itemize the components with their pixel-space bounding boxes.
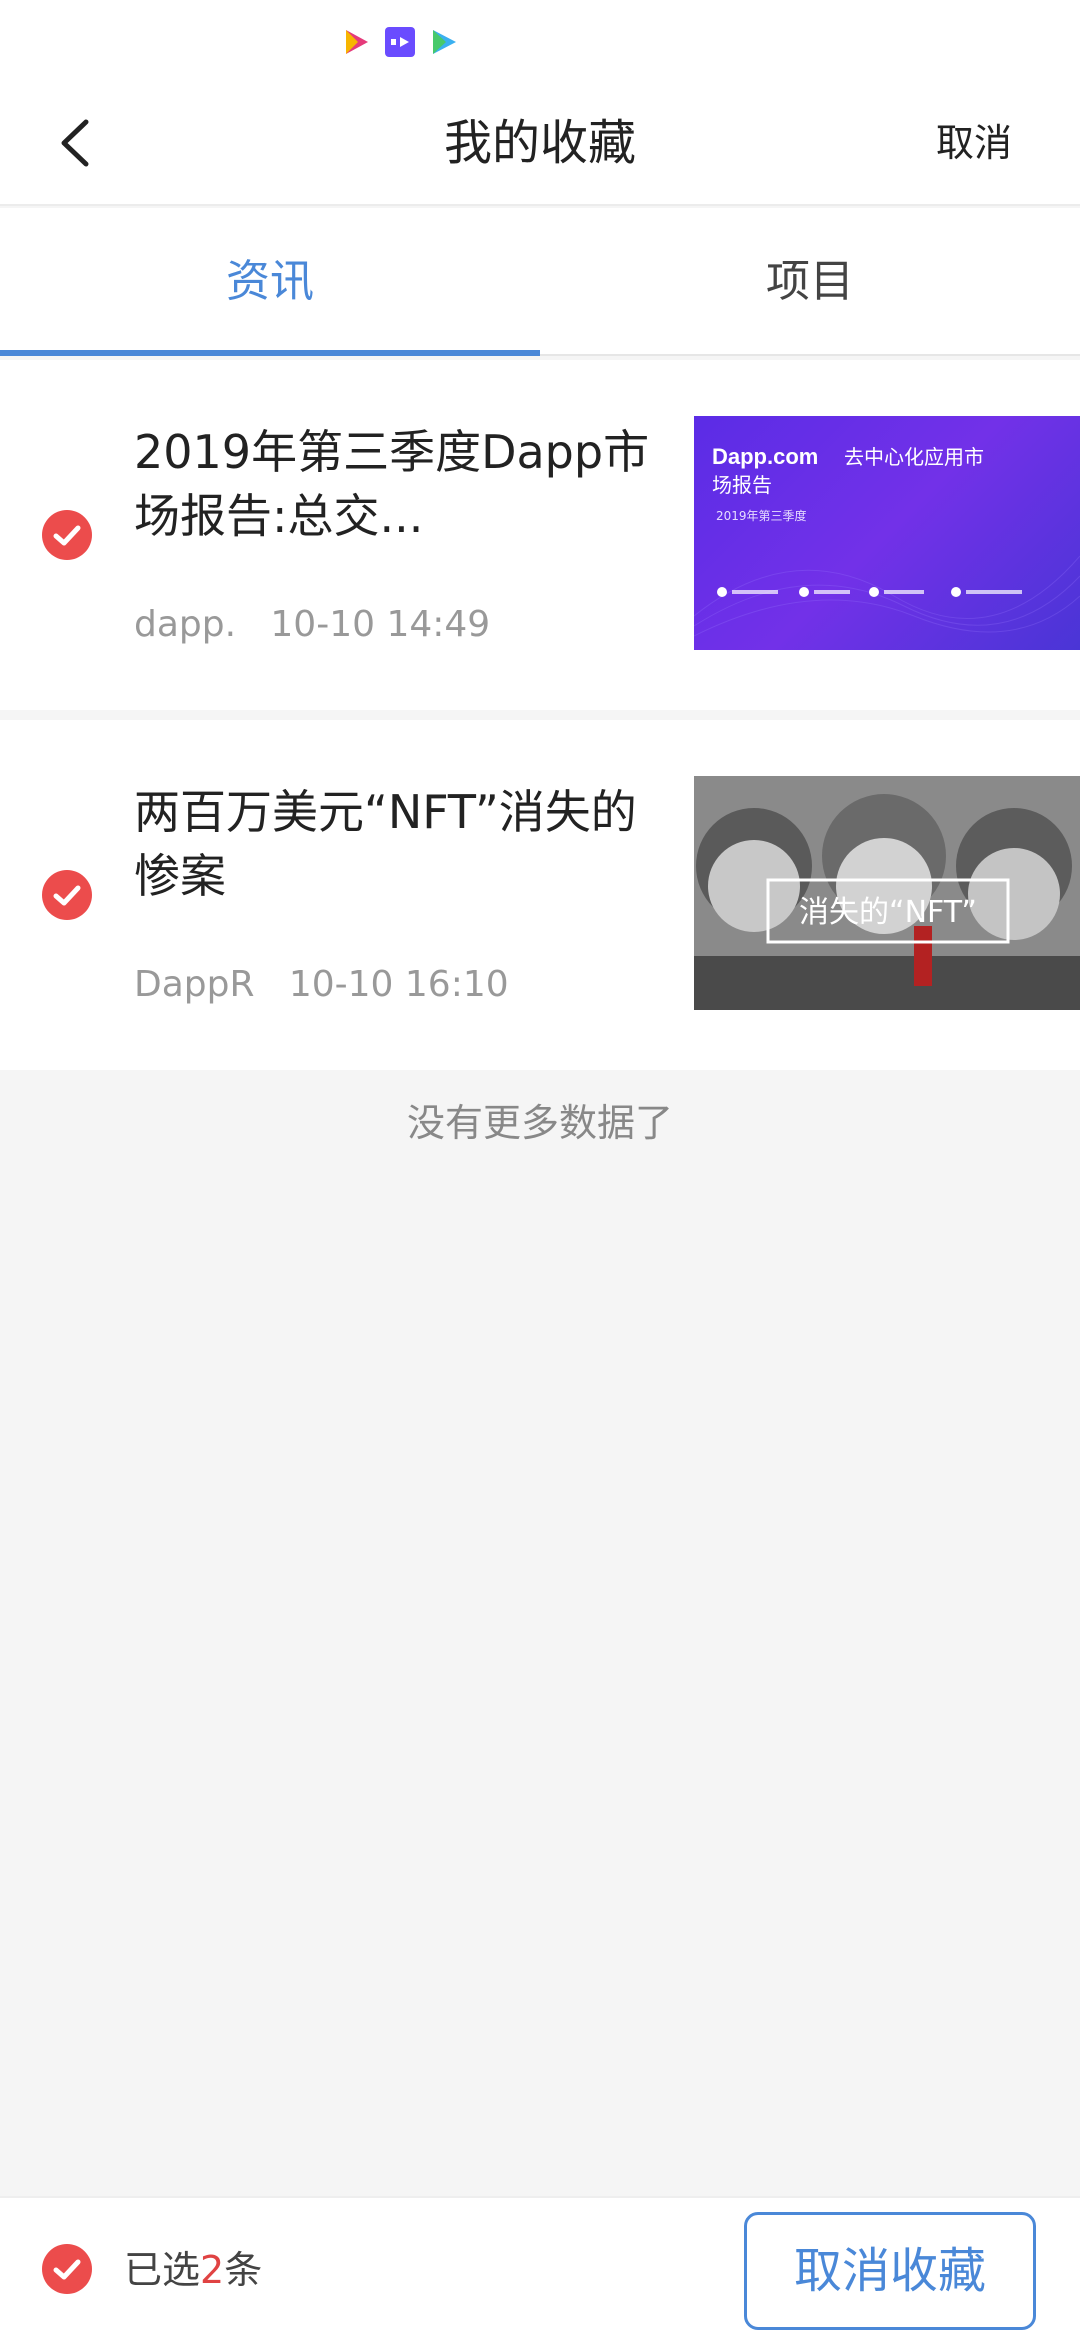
- select-all-check-icon[interactable]: [42, 2244, 92, 2294]
- no-more-data-text: 没有更多数据了: [406, 1101, 673, 1145]
- cancel-button[interactable]: 取消: [936, 116, 1012, 170]
- status-icons: [340, 26, 460, 58]
- status-bar: [0, 0, 1080, 80]
- checked-circle-icon[interactable]: [42, 510, 92, 560]
- page-title: 我的收藏: [443, 115, 636, 171]
- video-play-icon: [346, 30, 368, 54]
- selected-count: 2: [200, 2248, 225, 2292]
- thumb-heading-2: 场报告: [712, 473, 772, 497]
- item-thumbnail: 消失的“NFT”: [694, 776, 1080, 1010]
- selected-prefix: 已选: [124, 2248, 201, 2292]
- selected-count-label: 已选2条: [124, 2242, 262, 2298]
- item-title: 两百万美元“NFT”消失的惨案: [134, 785, 637, 903]
- thumb-overlay-text: 消失的“NFT”: [799, 895, 977, 930]
- item-source: DappR: [134, 964, 255, 1005]
- item-meta: DappR 10-10 16:10: [134, 960, 509, 1010]
- bottom-action-bar: 已选2条 取消收藏: [0, 2196, 1080, 2340]
- video-app-icon: [433, 30, 456, 54]
- unfavorite-button[interactable]: 取消收藏: [744, 2212, 1036, 2330]
- list-item[interactable]: 2019年第三季度Dapp市场报告:总交... dapp. 10-10 14:4…: [0, 360, 1080, 710]
- item-title: 2019年第三季度Dapp市场报告:总交...: [134, 425, 650, 543]
- item-thumbnail: Dapp.com 去中心化应用市 场报告 2019年第三季度: [694, 416, 1080, 650]
- tab-projects[interactable]: 项目: [540, 252, 1080, 312]
- tab-news[interactable]: 资讯: [0, 252, 540, 312]
- thumb-brand: Dapp.com: [712, 444, 818, 469]
- selected-suffix: 条: [224, 2248, 263, 2292]
- top-nav-bar: 我的收藏 取消: [0, 80, 1080, 206]
- thumb-subtitle: 2019年第三季度: [716, 508, 807, 523]
- checked-circle-icon[interactable]: [42, 870, 92, 920]
- item-time: 10-10 14:49: [270, 604, 491, 645]
- favorites-list: 2019年第三季度Dapp市场报告:总交... dapp. 10-10 14:4…: [0, 360, 1080, 1080]
- tab-bar: 资讯 项目: [0, 208, 1080, 356]
- item-meta: dapp. 10-10 14:49: [134, 600, 490, 650]
- item-time: 10-10 16:10: [288, 964, 509, 1005]
- media-app-icon: [385, 27, 415, 57]
- active-tab-indicator: [0, 350, 540, 356]
- item-source: dapp.: [134, 604, 237, 645]
- thumb-heading-1: 去中心化应用市: [844, 445, 984, 469]
- list-item[interactable]: 两百万美元“NFT”消失的惨案 DappR 10-10 16:10 消失的“NF…: [0, 720, 1080, 1070]
